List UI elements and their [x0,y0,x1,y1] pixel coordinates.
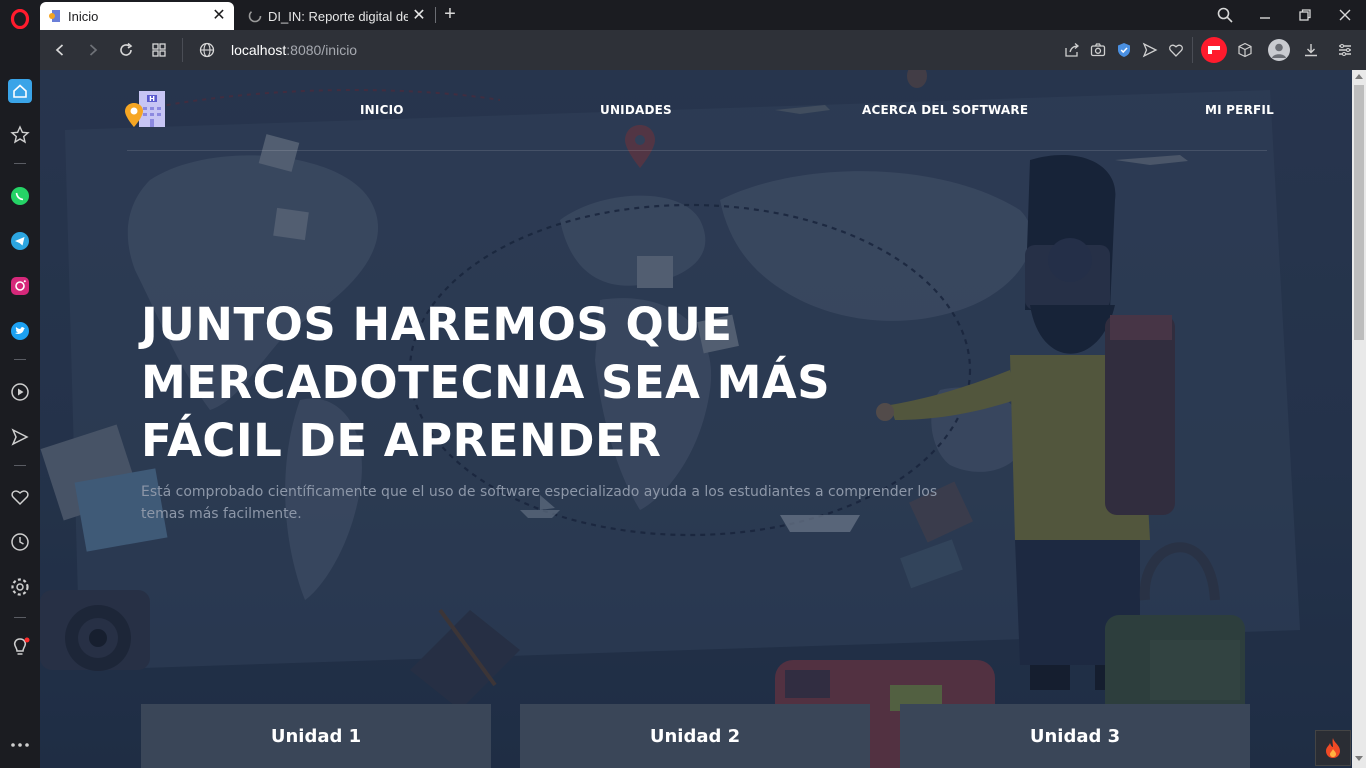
search-tabs-icon[interactable] [1212,4,1238,26]
tab-divider [435,7,436,23]
settings-icon[interactable] [9,576,31,598]
tab-bar: Inicio ✕ DI_IN: Reporte digital de pr ✕ … [40,0,1366,30]
opera-sidebar [0,0,40,768]
tab-title: DI_IN: Reporte digital de pr [268,8,408,24]
nav-inicio[interactable]: INICIO [360,103,404,117]
scroll-up-icon[interactable] [1355,73,1363,79]
telegram-icon[interactable] [9,230,31,252]
heart-icon[interactable] [1166,40,1186,60]
nav-unidades[interactable]: UNIDADES [600,103,672,117]
sidebar-separator [14,359,26,360]
svg-text:H: H [149,95,155,103]
profile-icon[interactable] [1268,39,1290,61]
close-window-icon[interactable] [1332,4,1358,26]
globe-icon[interactable] [196,39,218,61]
home-icon[interactable] [8,79,32,103]
address-bar: localhost:8080/inicio [40,30,1366,70]
site-favicon-icon [49,10,60,22]
send-icon[interactable] [1140,40,1160,60]
hero-title: JUNTOS HAREMOS QUE MERCADOTECNIA SEA MÁS… [141,298,831,467]
share-icon[interactable] [1062,40,1082,60]
cube-icon[interactable] [1235,40,1255,60]
nav-mi-perfil[interactable]: MI PERFIL [1205,103,1274,117]
close-tab-icon[interactable]: ✕ [410,7,428,25]
opera-logo-icon[interactable] [9,8,31,30]
restore-icon[interactable] [1292,4,1318,26]
shield-icon[interactable] [1114,40,1134,60]
close-tab-icon[interactable]: ✕ [210,7,228,25]
new-tab-button[interactable]: + [440,4,460,24]
page-scrollbar[interactable] [1352,70,1366,768]
sidebar-separator [14,617,26,618]
unit-card-1[interactable]: Unidad 1 [141,704,491,768]
twitter-icon[interactable] [9,320,31,342]
nav-divider [127,150,1267,151]
back-icon[interactable] [49,39,71,61]
url-path: :8080/inicio [286,42,358,58]
scroll-down-icon[interactable] [1355,756,1363,762]
flame-icon [1326,738,1340,758]
flame-button[interactable] [1315,730,1351,766]
address-separator [182,38,183,62]
menu-icon[interactable] [1335,40,1355,60]
tab-reporte[interactable]: DI_IN: Reporte digital de pr ✕ [240,2,434,30]
forward-icon[interactable] [82,39,104,61]
nav-acerca-del-software[interactable]: ACERCA DEL SOFTWARE [862,103,1028,117]
sidebar-separator [14,163,26,164]
lightbulb-icon[interactable] [9,637,31,659]
star-icon[interactable] [9,124,31,146]
minimize-icon[interactable] [1252,4,1278,26]
extension-icon[interactable] [1201,37,1227,63]
history-icon[interactable] [9,531,31,553]
heart-icon[interactable] [9,486,31,508]
camera-icon[interactable] [1088,40,1108,60]
unit-card-3[interactable]: Unidad 3 [900,704,1250,768]
send-icon[interactable] [9,426,31,448]
url-host: localhost [231,42,287,58]
toolbar-separator [1192,37,1193,63]
sidebar-separator [14,465,26,466]
reload-icon[interactable] [115,39,137,61]
whatsapp-icon[interactable] [9,185,31,207]
download-icon[interactable] [1301,40,1321,60]
site-logo-icon[interactable]: H [125,89,167,131]
page-viewport: H INICIO UNIDADES ACERCA DEL SOFTWARE MI… [40,70,1352,768]
tab-title: Inicio [68,8,99,24]
more-icon[interactable] [9,734,31,756]
unit-card-2[interactable]: Unidad 2 [520,704,870,768]
loading-spinner-icon [248,9,262,23]
tab-inicio[interactable]: Inicio ✕ [40,2,234,30]
speed-dial-icon[interactable] [148,39,170,61]
hero-subtitle: Está comprobado científicamente que el u… [141,484,938,522]
instagram-icon[interactable] [9,275,31,297]
player-icon[interactable] [9,381,31,403]
url-field[interactable]: localhost:8080/inicio [231,42,357,58]
scrollbar-thumb[interactable] [1354,85,1364,340]
